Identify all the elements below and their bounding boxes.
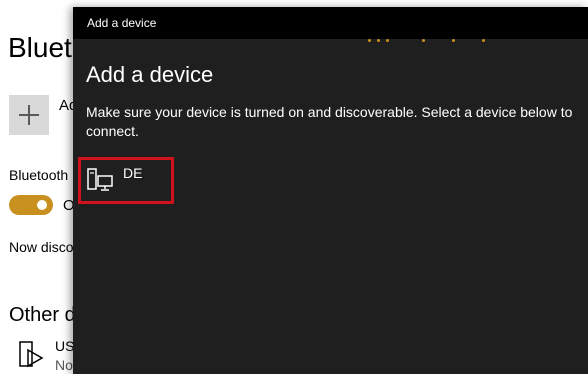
device-name[interactable]: US [55, 338, 74, 354]
progress-dot [368, 39, 371, 42]
device-list-item[interactable]: DE [78, 157, 174, 204]
device-name-label: DE [123, 165, 143, 181]
progress-dot [452, 39, 455, 42]
toggle-knob [37, 200, 47, 210]
bluetooth-toggle[interactable] [9, 195, 53, 215]
dialog-instructions: Make sure your device is turned on and d… [86, 104, 573, 139]
searching-progress-indicator [73, 38, 588, 44]
progress-dot [482, 39, 485, 42]
device-status: No [55, 357, 73, 373]
dialog-window-title: Add a device [87, 16, 157, 30]
bluetooth-label: Bluetooth [9, 167, 69, 183]
progress-dot [422, 39, 425, 42]
discoverable-status: Now disco [9, 239, 74, 255]
dialog-heading: Add a device [86, 62, 214, 87]
add-device-dialog: Add a device Add a device Make sure your… [73, 7, 588, 374]
desktop-computer-icon [87, 168, 113, 191]
progress-dot [377, 39, 380, 42]
screen: Blueto Ad Bluetooth O Now disco Other d … [0, 0, 588, 374]
dialog-titlebar[interactable]: Add a device [73, 7, 588, 39]
other-devices-heading: Other d [9, 304, 76, 326]
progress-dot [386, 39, 389, 42]
usb-device-icon [19, 341, 44, 368]
add-device-tile[interactable] [9, 95, 49, 135]
